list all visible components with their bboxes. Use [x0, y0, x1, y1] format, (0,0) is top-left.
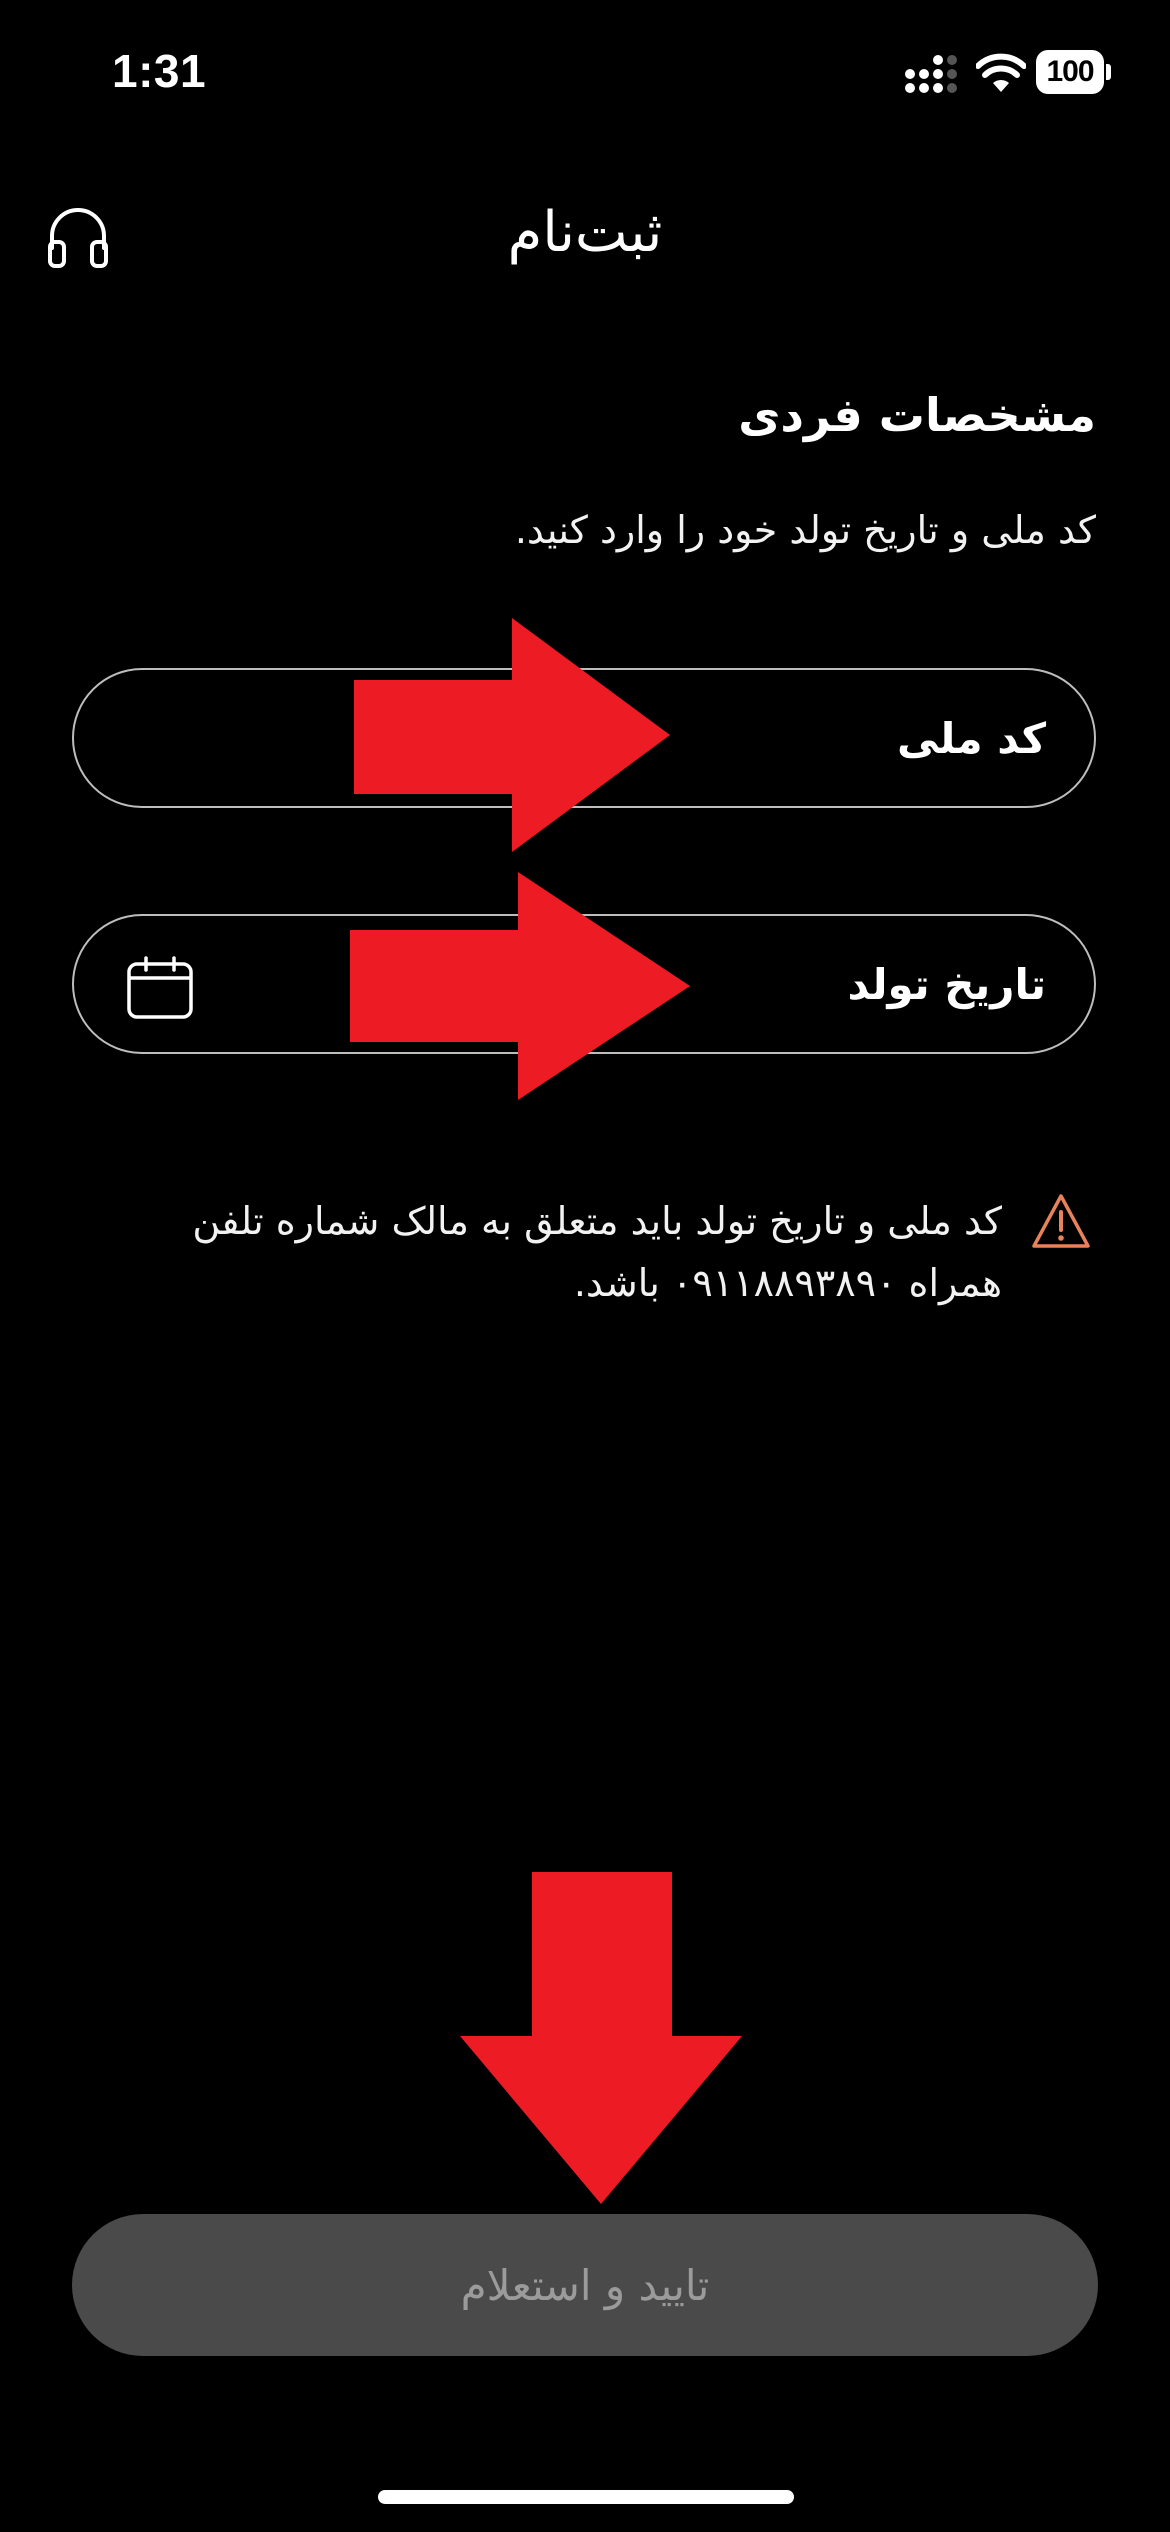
section-title: مشخصات فردی	[738, 388, 1096, 442]
cellular-signal-icon	[905, 55, 957, 93]
right-arrow-annotation-icon	[354, 618, 670, 852]
down-arrow-annotation-icon	[460, 1872, 742, 2204]
wifi-icon	[976, 53, 1026, 92]
warning-line-2: همراه ۰۹۱۱۸۸۹۳۸۹۰ باشد.	[573, 1261, 1002, 1305]
national-code-label: کد ملی	[897, 713, 1046, 763]
warning-triangle-icon	[1032, 1194, 1090, 1248]
birth-date-label: تاریخ تولد	[847, 959, 1046, 1009]
battery-indicator: 100	[1036, 50, 1111, 94]
battery-level: 100	[1036, 50, 1104, 94]
calendar-icon[interactable]	[126, 956, 194, 1020]
warning-message: کد ملی و تاریخ تولد باید متعلق به مالک ش…	[102, 1190, 1002, 1314]
status-time: 1:31	[112, 45, 207, 97]
page-title: ثبت‌نام	[507, 200, 663, 265]
battery-tip	[1106, 64, 1111, 80]
right-arrow-annotation-icon	[350, 872, 690, 1100]
warning-line-1: کد ملی و تاریخ تولد باید متعلق به مالک ش…	[192, 1199, 1002, 1243]
confirm-inquiry-button[interactable]: تایید و استعلام	[72, 2214, 1098, 2356]
section-description: کد ملی و تاریخ تولد خود را وارد کنید.	[514, 508, 1096, 552]
home-indicator[interactable]	[378, 2490, 794, 2504]
status-bar: 1:31 100	[0, 0, 1170, 150]
